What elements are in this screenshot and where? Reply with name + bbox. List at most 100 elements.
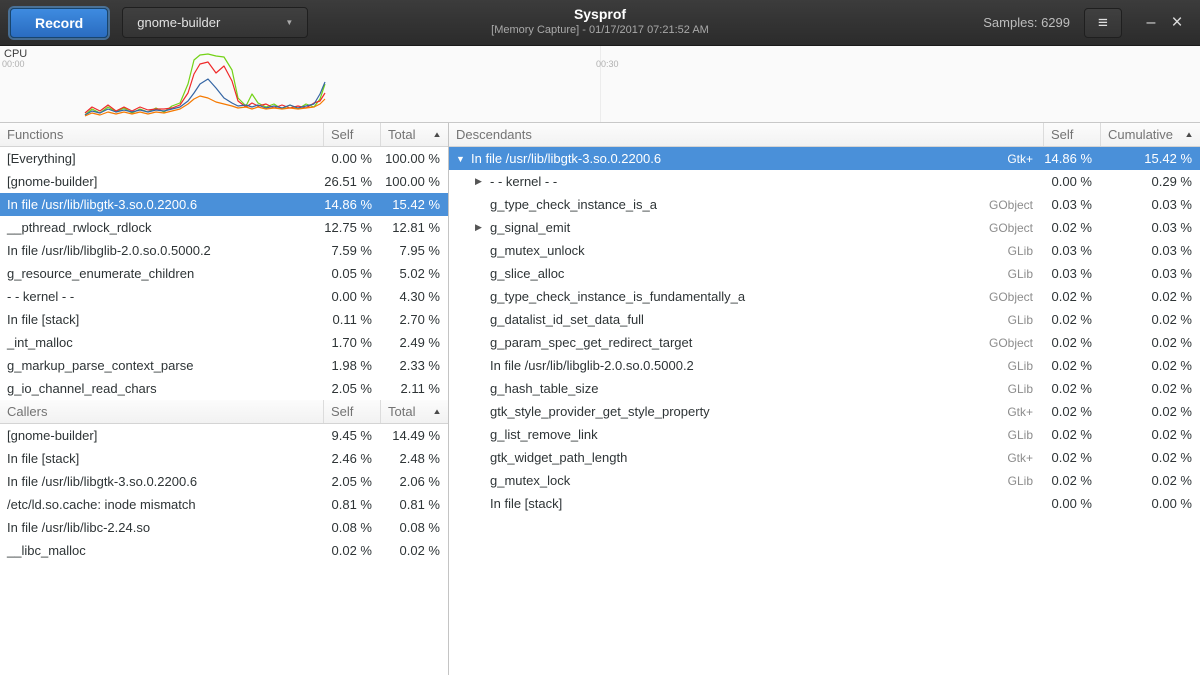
table-row[interactable]: g_mutex_lockGLib0.02 %0.02 % <box>449 469 1200 492</box>
table-row[interactable]: g_mutex_unlockGLib0.03 %0.03 % <box>449 239 1200 262</box>
table-row[interactable]: g_type_check_instance_is_aGObject0.03 %0… <box>449 193 1200 216</box>
table-row[interactable]: In file /usr/lib/libc-2.24.so0.08 %0.08 … <box>0 516 448 539</box>
descendants-self-column-header[interactable]: Self <box>1043 123 1100 146</box>
self-cell: 0.02 % <box>1043 404 1100 419</box>
expander-closed-icon[interactable]: ▶ <box>475 176 490 187</box>
total-cell: 2.70 % <box>380 312 448 327</box>
table-row[interactable]: ▶g_signal_emitGObject0.02 %0.03 % <box>449 216 1200 239</box>
cpu-chart <box>0 46 1200 123</box>
descendants-body: ▼In file /usr/lib/libgtk-3.so.0.2200.6Gt… <box>449 147 1200 515</box>
table-row[interactable]: g_hash_table_sizeGLib0.02 %0.02 % <box>449 377 1200 400</box>
table-row[interactable]: g_io_channel_read_chars2.05 %2.11 % <box>0 377 448 400</box>
cumulative-cell: 0.02 % <box>1100 312 1200 327</box>
table-row[interactable]: In file [stack]0.00 %0.00 % <box>449 492 1200 515</box>
callers-total-column-header[interactable]: Total ▲ <box>380 400 448 423</box>
self-cell: 14.86 % <box>323 197 380 212</box>
table-row[interactable]: g_param_spec_get_redirect_targetGObject0… <box>449 331 1200 354</box>
table-row[interactable]: _int_malloc1.70 %2.49 % <box>0 331 448 354</box>
minimize-icon: – <box>1147 14 1156 31</box>
functions-table-header: Functions Self Total ▲ <box>0 123 448 147</box>
table-row[interactable]: - - kernel - -0.00 %4.30 % <box>0 285 448 308</box>
library-tag: GObject <box>989 336 1043 350</box>
table-row[interactable]: g_datalist_id_set_data_fullGLib0.02 %0.0… <box>449 308 1200 331</box>
functions-self-column-header[interactable]: Self <box>323 123 380 146</box>
total-cell: 7.95 % <box>380 243 448 258</box>
self-cell: 0.02 % <box>1043 381 1100 396</box>
library-tag: GObject <box>989 221 1043 235</box>
self-cell: 0.00 % <box>1043 496 1100 511</box>
function-name-cell: In file /usr/lib/libgtk-3.so.0.2200.6 <box>0 197 323 212</box>
function-name-cell: ▶- - kernel - - <box>449 174 1043 189</box>
total-cell: 100.00 % <box>380 174 448 189</box>
function-name-cell: g_hash_table_sizeGLib <box>449 381 1043 396</box>
table-row[interactable]: In file /usr/lib/libglib-2.0.so.0.5000.2… <box>449 354 1200 377</box>
total-cell: 2.11 % <box>380 381 448 396</box>
function-name-cell: In file [stack] <box>0 312 323 327</box>
self-cell: 0.00 % <box>323 151 380 166</box>
table-row[interactable]: g_type_check_instance_is_fundamentally_a… <box>449 285 1200 308</box>
self-cell: 0.02 % <box>323 543 380 558</box>
callers-table-header: Callers Self Total ▲ <box>0 400 448 424</box>
library-tag: GLib <box>1008 313 1043 327</box>
expander-closed-icon[interactable]: ▶ <box>475 222 490 233</box>
table-row[interactable]: ▼In file /usr/lib/libgtk-3.so.0.2200.6Gt… <box>449 147 1200 170</box>
self-cell: 1.98 % <box>323 358 380 373</box>
descendants-cumulative-column-header[interactable]: Cumulative ▲ <box>1100 123 1200 146</box>
function-name-cell: g_mutex_unlockGLib <box>449 243 1043 258</box>
self-cell: 2.05 % <box>323 474 380 489</box>
self-cell: 26.51 % <box>323 174 380 189</box>
cumulative-cell: 0.02 % <box>1100 335 1200 350</box>
process-selector-label: gnome-builder <box>137 15 220 30</box>
functions-column-header[interactable]: Functions <box>0 123 323 146</box>
descendants-column-header[interactable]: Descendants <box>449 123 1043 146</box>
menu-button[interactable]: ≡ <box>1084 8 1122 38</box>
table-row[interactable]: g_markup_parse_context_parse1.98 %2.33 % <box>0 354 448 377</box>
function-name-cell: In file /usr/lib/libglib-2.0.so.0.5000.2… <box>449 358 1043 373</box>
table-row[interactable]: [Everything]0.00 %100.00 % <box>0 147 448 170</box>
cumulative-cell: 0.02 % <box>1100 404 1200 419</box>
table-row[interactable]: gtk_style_provider_get_style_propertyGtk… <box>449 400 1200 423</box>
functions-total-column-header[interactable]: Total ▲ <box>380 123 448 146</box>
self-cell: 0.02 % <box>1043 220 1100 235</box>
function-label: gtk_style_provider_get_style_property <box>490 404 710 419</box>
table-row[interactable]: In file /usr/lib/libglib-2.0.so.0.5000.2… <box>0 239 448 262</box>
table-row[interactable]: g_slice_allocGLib0.03 %0.03 % <box>449 262 1200 285</box>
table-row[interactable]: In file /usr/lib/libgtk-3.so.0.2200.62.0… <box>0 470 448 493</box>
library-tag: GLib <box>1008 428 1043 442</box>
self-cell: 0.03 % <box>1043 197 1100 212</box>
function-label: g_mutex_lock <box>490 473 570 488</box>
table-row[interactable]: /etc/ld.so.cache: inode mismatch0.81 %0.… <box>0 493 448 516</box>
table-row[interactable]: [gnome-builder]26.51 %100.00 % <box>0 170 448 193</box>
table-row[interactable]: In file [stack]2.46 %2.48 % <box>0 447 448 470</box>
function-name-cell: ▼In file /usr/lib/libgtk-3.so.0.2200.6Gt… <box>449 151 1043 166</box>
table-row[interactable]: g_resource_enumerate_children0.05 %5.02 … <box>0 262 448 285</box>
function-name-cell: __pthread_rwlock_rdlock <box>0 220 323 235</box>
expander-open-icon[interactable]: ▼ <box>456 154 471 164</box>
process-selector-dropdown[interactable]: gnome-builder ▼ <box>122 7 308 38</box>
record-button[interactable]: Record <box>10 8 108 38</box>
function-label: g_datalist_id_set_data_full <box>490 312 644 327</box>
total-cell: 100.00 % <box>380 151 448 166</box>
self-cell: 2.46 % <box>323 451 380 466</box>
table-row[interactable]: gtk_widget_path_lengthGtk+0.02 %0.02 % <box>449 446 1200 469</box>
table-row[interactable]: __libc_malloc0.02 %0.02 % <box>0 539 448 562</box>
function-name-cell: g_list_remove_linkGLib <box>449 427 1043 442</box>
descendants-table-header: Descendants Self Cumulative ▲ <box>449 123 1200 147</box>
function-name-cell: [gnome-builder] <box>0 428 323 443</box>
table-row[interactable]: g_list_remove_linkGLib0.02 %0.02 % <box>449 423 1200 446</box>
self-cell: 1.70 % <box>323 335 380 350</box>
time-tick-start: 00:00 <box>2 59 25 69</box>
minimize-button[interactable]: – <box>1138 10 1164 36</box>
table-row[interactable]: [gnome-builder]9.45 %14.49 % <box>0 424 448 447</box>
window-title-area: Sysprof [Memory Capture] - 01/17/2017 07… <box>491 6 709 36</box>
function-name-cell: In file [stack] <box>449 496 1043 511</box>
cpu-timeline[interactable]: CPU 00:00 00:30 <box>0 46 1200 123</box>
callers-self-column-header[interactable]: Self <box>323 400 380 423</box>
table-row[interactable]: __pthread_rwlock_rdlock12.75 %12.81 % <box>0 216 448 239</box>
table-row[interactable]: In file /usr/lib/libgtk-3.so.0.2200.614.… <box>0 193 448 216</box>
self-cell: 0.02 % <box>1043 450 1100 465</box>
callers-column-header[interactable]: Callers <box>0 400 323 423</box>
table-row[interactable]: ▶- - kernel - -0.00 %0.29 % <box>449 170 1200 193</box>
close-button[interactable]: × <box>1164 10 1190 36</box>
table-row[interactable]: In file [stack]0.11 %2.70 % <box>0 308 448 331</box>
